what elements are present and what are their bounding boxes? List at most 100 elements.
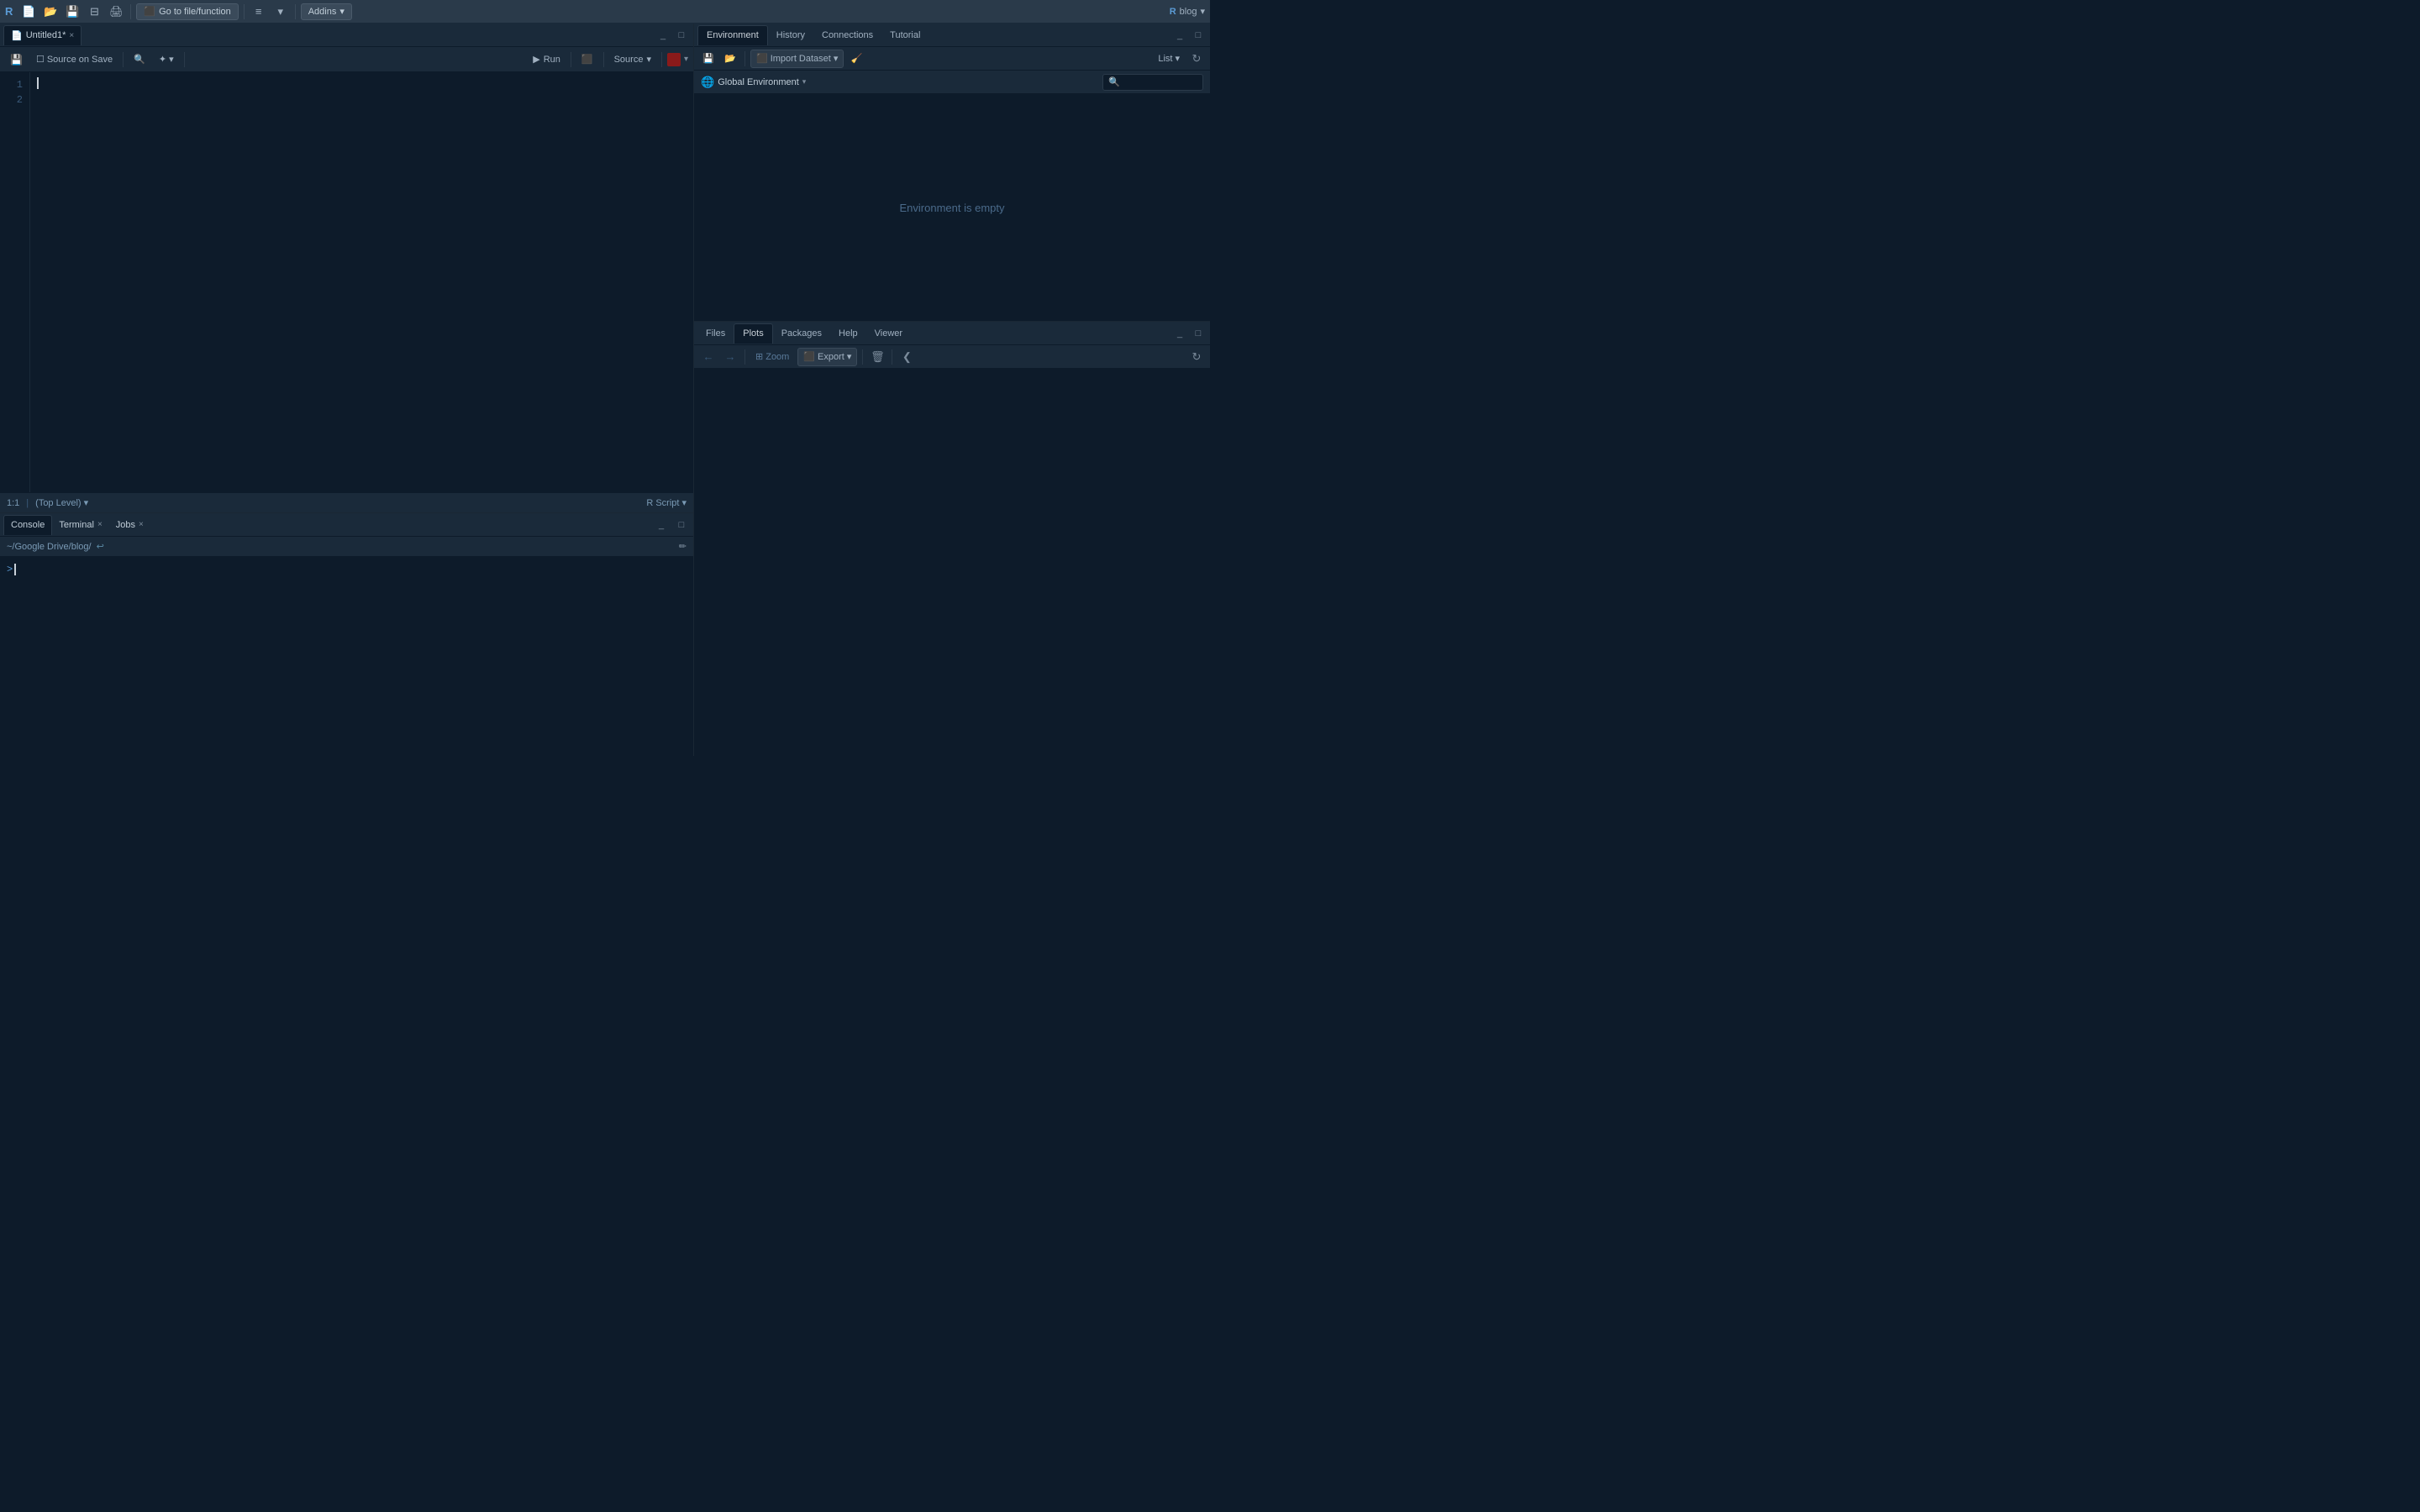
line-numbers: 1 2	[0, 72, 30, 492]
env-tab-bar: Environment History Connections Tutorial…	[694, 24, 1210, 47]
console-path[interactable]: ~/Google Drive/blog/	[7, 542, 92, 552]
history-tab-label: History	[776, 30, 805, 40]
console-tab-bar: Console Terminal × Jobs × _ □	[0, 513, 693, 537]
status-script-type[interactable]: R Script ▾	[646, 497, 687, 508]
console-maximize-btn[interactable]: □	[673, 517, 690, 533]
files-tab-viewer[interactable]: Viewer	[866, 323, 911, 344]
console-tab-console[interactable]: Console	[3, 515, 52, 535]
env-save-btn[interactable]: 💾	[699, 50, 718, 68]
editor-options-btn[interactable]: ▾	[684, 55, 688, 64]
status-level[interactable]: (Top Level) ▾	[35, 497, 88, 508]
toolbar-sep-2	[244, 4, 245, 19]
export-label: Export	[818, 352, 844, 362]
plots-back-btn[interactable]: ←	[699, 348, 718, 366]
project-chevron: ▾	[1200, 6, 1205, 17]
console-minimize-btn[interactable]: _	[653, 517, 670, 533]
files-maximize-btn[interactable]: □	[1190, 325, 1207, 342]
env-tab-connections[interactable]: Connections	[813, 25, 881, 45]
terminal-tab-label: Terminal	[59, 520, 94, 530]
console-clear-btn[interactable]: ✏	[679, 541, 687, 552]
editor-content[interactable]: 1 2	[0, 72, 693, 492]
env-tab-label: Environment	[707, 30, 759, 40]
console-content[interactable]: >	[0, 557, 693, 756]
env-toolbar: 💾 📂 ⬛ Import Dataset ▾ 🧹 List ▾ ↻	[694, 47, 1210, 71]
etb-sep-1	[123, 52, 124, 67]
editor-source-on-save[interactable]: ☐ Source on Save	[31, 50, 118, 69]
console-redirect-icon[interactable]: ↩	[97, 541, 104, 552]
editor-text-area[interactable]	[30, 72, 693, 492]
right-panel: Environment History Connections Tutorial…	[694, 24, 1210, 756]
files-minimize-btn[interactable]: _	[1171, 325, 1188, 342]
export-icon: ⬛	[803, 351, 815, 362]
jobs-tab-close[interactable]: ×	[139, 520, 144, 529]
env-minimize-btn[interactable]: _	[1171, 27, 1188, 44]
env-section: Environment History Connections Tutorial…	[694, 24, 1210, 322]
env-selector-chevron: ▾	[802, 77, 807, 87]
toolbar-icon-2[interactable]: ▾	[271, 3, 290, 21]
files-toolbar: ← → ⊞ Zoom ⬛ Export ▾ 🗑 ❮ ↻	[694, 345, 1210, 369]
goto-file-btn[interactable]: ⬛ Go to file/function	[136, 3, 238, 20]
env-tb-sep	[744, 51, 745, 66]
console-input-cursor	[14, 564, 16, 575]
editor-tab-right: _ □	[655, 27, 690, 44]
status-position: 1:1	[7, 498, 19, 508]
save-all-btn[interactable]: ⊟	[85, 3, 103, 21]
stop-btn[interactable]	[667, 53, 681, 66]
run-btn[interactable]: ▶ Run	[528, 52, 566, 66]
files-tab-help[interactable]: Help	[830, 323, 866, 344]
editor-tab-doc-icon: 📄	[11, 30, 23, 41]
files-refresh-btn[interactable]: ↻	[1188, 349, 1205, 365]
editor-maximize-btn[interactable]: □	[673, 27, 690, 44]
knit-btn[interactable]: ⬛	[576, 50, 598, 69]
env-tab-environment[interactable]: Environment	[697, 25, 768, 45]
editor-search-btn[interactable]: 🔍	[129, 50, 150, 69]
export-chevron: ▾	[847, 351, 852, 362]
line-num-2: 2	[0, 92, 23, 108]
editor-code-tools-btn[interactable]: ✦ ▾	[154, 50, 179, 69]
plots-forward-btn[interactable]: →	[721, 348, 739, 366]
toolbar-icon-1[interactable]: ≡	[250, 3, 268, 21]
import-icon: ⬛	[756, 53, 768, 64]
env-load-btn[interactable]: 📂	[721, 50, 739, 68]
env-selector[interactable]: Global Environment ▾	[718, 77, 806, 87]
globe-icon: 🌐	[701, 76, 714, 89]
plots-prev-btn[interactable]: ❮	[897, 348, 916, 366]
console-tab-terminal[interactable]: Terminal ×	[52, 515, 108, 535]
source-save-checkbox[interactable]: ☐	[36, 54, 45, 65]
new-file-btn[interactable]: 📄	[19, 3, 38, 21]
terminal-tab-close[interactable]: ×	[97, 520, 103, 529]
env-refresh-btn[interactable]: ↻	[1188, 50, 1205, 67]
files-tab-right: _ □	[1171, 325, 1207, 342]
env-broom-btn[interactable]: 🧹	[847, 50, 865, 68]
source-btn[interactable]: Source ▾	[609, 52, 656, 66]
files-tab-files[interactable]: Files	[697, 323, 734, 344]
editor-tab-close[interactable]: ×	[69, 31, 74, 40]
env-maximize-btn[interactable]: □	[1190, 27, 1207, 44]
export-btn[interactable]: ⬛ Export ▾	[797, 348, 857, 366]
files-tab-plots[interactable]: Plots	[734, 323, 772, 344]
env-tab-history[interactable]: History	[768, 25, 813, 45]
editor-minimize-btn[interactable]: _	[655, 27, 671, 44]
print-btn[interactable]: 🖨	[107, 3, 125, 21]
plots-delete-btn[interactable]: 🗑	[868, 348, 886, 366]
open-file-btn[interactable]: 📂	[41, 3, 60, 21]
addins-btn[interactable]: Addins ▾	[301, 3, 352, 20]
files-tab-packages[interactable]: Packages	[773, 323, 830, 344]
save-btn[interactable]: 💾	[63, 3, 82, 21]
import-chevron: ▾	[834, 53, 839, 64]
env-tab-tutorial[interactable]: Tutorial	[881, 25, 929, 45]
console-tab-jobs[interactable]: Jobs ×	[109, 515, 150, 535]
editor-toolbar: 💾 ☐ Source on Save 🔍 ✦ ▾ ▶ Run ⬛ S	[0, 47, 693, 72]
goto-icon: ⬛	[144, 6, 155, 17]
list-chevron: ▾	[1175, 53, 1180, 64]
editor-save-btn[interactable]: 💾	[5, 50, 28, 69]
prompt-char: >	[7, 562, 13, 577]
import-dataset-btn[interactable]: ⬛ Import Dataset ▾	[750, 50, 844, 68]
cursor-line	[37, 77, 687, 89]
zoom-btn[interactable]: ⊞ Zoom	[750, 348, 794, 366]
list-view-btn[interactable]: List ▾	[1153, 51, 1185, 66]
etb-sep-5	[661, 52, 662, 67]
env-search-input[interactable]	[1102, 74, 1203, 91]
editor-tab-untitled1[interactable]: 📄 Untitled1* ×	[3, 25, 82, 45]
status-level-label: (Top Level)	[35, 498, 81, 508]
